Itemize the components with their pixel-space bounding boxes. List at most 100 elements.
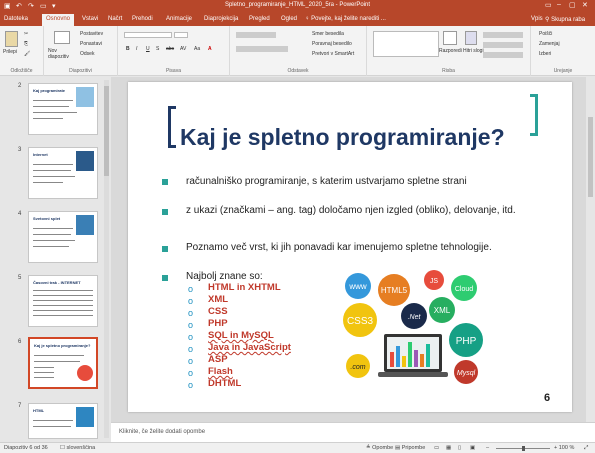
sublist-item[interactable]: DHTML (208, 378, 241, 389)
notes-placeholder[interactable]: Kliknite, če želite dodati opombe (119, 429, 205, 435)
spacing-button[interactable]: AV (180, 46, 186, 52)
bullet-3[interactable]: Poznamo več vrst, ki jih ponavadi kar im… (186, 241, 556, 254)
slide-title[interactable]: Kaj je spletno programiranje? (180, 124, 505, 151)
tab-transitions[interactable]: Prehodi (132, 16, 153, 22)
tab-file[interactable]: Datoteka (4, 16, 28, 22)
slide-thumbnail-7[interactable]: HTML (28, 403, 98, 439)
shape-fill-button[interactable] (483, 32, 523, 38)
bullet-1[interactable]: računalniško programiranje, s katerim us… (186, 175, 546, 188)
web-tech-illustration[interactable]: www HTML5 JS Cloud CSS3 .Net XML PHP .co… (338, 268, 488, 388)
reading-view-icon[interactable]: ▯ (458, 445, 461, 451)
shape-effects-button[interactable] (483, 52, 523, 58)
group-paragraph: Smer besedila Poravnaj besedilo Pretvori… (230, 26, 367, 76)
slide-thumbnail-2[interactable]: Kaj programirate (28, 83, 98, 135)
bubble-xml: XML (434, 306, 451, 315)
sublist-item[interactable]: Java in JavaScript (208, 342, 291, 353)
tab-insert[interactable]: Vstavi (82, 16, 98, 22)
section-button[interactable]: Odsek (80, 51, 94, 57)
sign-in-link[interactable]: Vpis (531, 16, 543, 22)
format-painter-icon[interactable]: 🖌 (24, 51, 30, 57)
tab-slideshow[interactable]: Diaprojekcija (204, 16, 238, 22)
new-slide-icon[interactable] (54, 31, 70, 44)
slide-thumbnail-3[interactable]: Internet (28, 147, 98, 199)
copy-icon[interactable]: ⎘ (24, 41, 28, 47)
cut-icon[interactable]: ✂ (24, 31, 28, 37)
paste-icon[interactable] (5, 31, 18, 47)
shape-outline-button[interactable] (483, 42, 523, 48)
arrange-button[interactable]: Razporedi (439, 48, 462, 54)
slide-sorter-icon[interactable]: ▦ (446, 445, 451, 451)
font-color-button[interactable]: A (208, 46, 212, 52)
text-direction-button[interactable]: Smer besedila (312, 31, 344, 37)
group-label: Odstavek (287, 68, 309, 74)
language-indicator[interactable]: ☐ slovenščina (60, 445, 95, 451)
zoom-slider-thumb[interactable] (522, 446, 525, 451)
italic-button[interactable]: I (136, 46, 137, 52)
group-label: Odložišče (10, 68, 33, 74)
group-drawing: Razporedi Hitri slogi Risba (367, 26, 531, 76)
ribbon-display-icon[interactable]: ▭ (545, 1, 552, 9)
comments-icon: ▤ (395, 445, 402, 451)
new-slide-button[interactable]: Nov diapozitiv (48, 48, 78, 60)
slide-thumbnail-4[interactable]: Svetovni splet (28, 211, 98, 263)
fit-to-window-icon[interactable]: ⤢ (584, 445, 588, 452)
bullet-marker (162, 246, 168, 252)
strikethrough-button[interactable]: abc (166, 46, 174, 52)
quick-styles-icon[interactable] (465, 31, 477, 45)
thumb-image (76, 215, 94, 235)
select-button[interactable]: Izberi (539, 51, 551, 57)
tab-animations[interactable]: Animacije (166, 16, 192, 22)
minimize-icon[interactable]: – (557, 1, 561, 8)
find-button[interactable]: Poišči (539, 31, 552, 37)
quick-styles-button[interactable]: Hitri slogi (463, 48, 484, 54)
font-size-box[interactable] (174, 32, 188, 38)
thumb-image (77, 365, 93, 381)
zoom-out-icon[interactable]: – (486, 445, 489, 451)
notes-button[interactable]: ≜ Opombe (366, 445, 393, 451)
bold-button[interactable]: B (126, 46, 130, 52)
underline-button[interactable]: U (146, 46, 150, 52)
layout-button[interactable]: Postavitev (80, 31, 103, 37)
close-icon[interactable]: ✕ (582, 1, 588, 9)
normal-view-icon[interactable]: ▭ (434, 445, 439, 451)
replace-button[interactable]: Zamenjaj (539, 41, 560, 47)
smartart-button[interactable]: Pretvori v SmartArt (312, 51, 354, 57)
slide-thumbnail-6[interactable]: Kaj je spletno programiranje? (28, 337, 98, 389)
change-case-button[interactable]: Aa (194, 46, 200, 52)
font-name-box[interactable] (124, 32, 172, 38)
sublist-item[interactable]: Flash (208, 366, 233, 377)
tab-design[interactable]: Načrt (108, 16, 122, 22)
bubble-js: JS (430, 278, 439, 285)
maximize-icon[interactable]: ▢ (569, 1, 576, 9)
tab-home[interactable]: Osnovno (42, 14, 75, 26)
reset-button[interactable]: Ponastavi (80, 41, 102, 47)
thumbnail-scrollbar[interactable] (104, 80, 109, 438)
comments-button[interactable]: ▤ Pripombe (395, 445, 425, 451)
align-buttons[interactable] (236, 46, 288, 52)
paste-button[interactable]: Prilepi (3, 49, 17, 55)
sublist-item[interactable]: SQL in MySQL (208, 330, 274, 341)
sublist-item[interactable]: PHP (208, 318, 228, 329)
align-text-button[interactable]: Poravnaj besedilo (312, 41, 352, 47)
editor-scrollbar[interactable] (586, 77, 595, 422)
bullet-2[interactable]: z ukazi (značkami – ang. tag) določamo n… (186, 204, 546, 217)
tab-review[interactable]: Pregled (249, 16, 270, 22)
sublist-item[interactable]: CSS (208, 306, 228, 317)
arrange-icon[interactable] (443, 31, 457, 45)
share-button[interactable]: ⚲ Skupna raba (545, 16, 585, 23)
slide-canvas[interactable]: Kaj je spletno programiranje? računalniš… (128, 82, 572, 412)
bullet-marker (162, 275, 168, 281)
tell-me-search[interactable]: ♀ Povejte, kaj želite narediti ... (305, 16, 386, 22)
sublist-item[interactable]: ASP (208, 354, 228, 365)
notes-pane[interactable]: Kliknite, če želite dodati opombe (111, 422, 595, 442)
shapes-gallery[interactable] (373, 31, 439, 57)
slide-thumbnail-5[interactable]: Časovni trak - INTERNET (28, 275, 98, 327)
zoom-level[interactable]: + 100 % (554, 445, 574, 451)
shadow-button[interactable]: S (156, 46, 159, 52)
sublist-item[interactable]: HTML in XHTML (208, 282, 281, 293)
slideshow-view-icon[interactable]: ▣ (470, 445, 475, 451)
sublist-item[interactable]: XML (208, 294, 228, 305)
list-buttons[interactable] (236, 32, 276, 38)
tab-view[interactable]: Ogled (281, 16, 297, 22)
thumb-image (76, 151, 94, 171)
